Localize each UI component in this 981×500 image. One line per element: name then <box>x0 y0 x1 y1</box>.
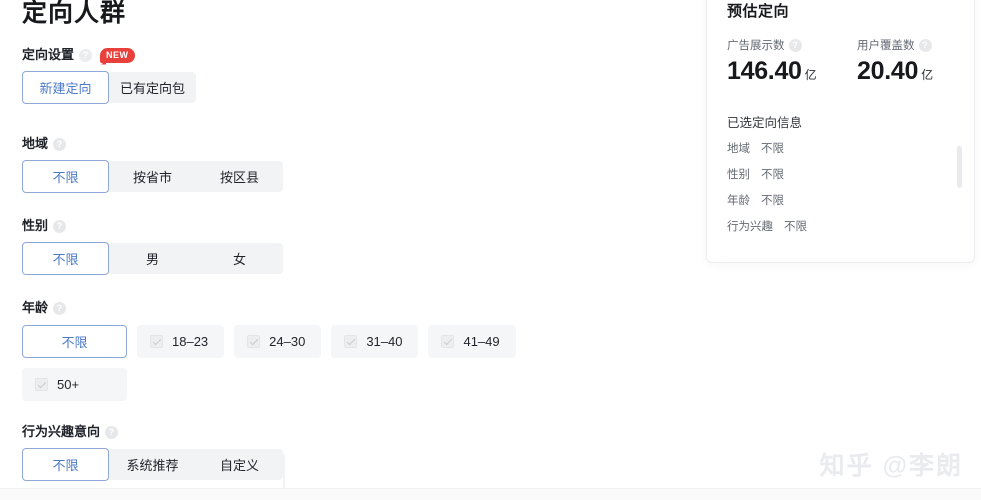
column-divider <box>283 455 285 488</box>
field-label-region: 地域 ? <box>22 136 283 152</box>
age-options-row-2: 50+ <box>22 368 516 401</box>
field-interest: 行为兴趣意向 ? 不限 系统推荐 自定义 <box>22 424 283 481</box>
checkbox-icon <box>344 335 358 348</box>
list-item-value: 不限 <box>761 195 784 207</box>
field-label-gender: 性别 ? <box>22 218 283 234</box>
age-chip-label: 50+ <box>57 377 80 392</box>
help-icon[interactable]: ? <box>788 38 802 52</box>
help-icon[interactable]: ? <box>53 219 67 233</box>
metric-value: 20.40 亿 <box>857 57 961 86</box>
list-item: 地域 不限 <box>727 142 954 156</box>
field-label-text: 行为兴趣意向 <box>22 424 101 439</box>
metric-label: 广告展示数 ? <box>727 37 831 53</box>
list-item-key: 年龄 <box>727 195 750 207</box>
field-label-age: 年龄 ? <box>22 300 516 316</box>
metric-value: 146.40 亿 <box>727 57 831 86</box>
checkbox-icon <box>247 335 261 348</box>
metric-label-text: 用户覆盖数 <box>857 40 915 52</box>
estimate-title: 预估定向 <box>727 3 790 20</box>
age-unlimited-button[interactable]: 不限 <box>22 325 127 358</box>
list-item-value: 不限 <box>784 221 807 233</box>
checkbox-icon <box>441 335 455 348</box>
segment-region-unlimited[interactable]: 不限 <box>22 160 109 193</box>
segment-existing-package[interactable]: 已有定向包 <box>109 72 196 103</box>
list-item-key: 行为兴趣 <box>727 221 773 233</box>
field-label-text: 性别 <box>22 218 49 233</box>
metric-impressions: 广告展示数 ? 146.40 亿 <box>727 37 831 86</box>
metric-label: 用户覆盖数 ? <box>857 37 961 53</box>
segment-new-targeting[interactable]: 新建定向 <box>22 71 109 104</box>
age-chip-41-49[interactable]: 41–49 <box>428 325 516 358</box>
age-chip-label: 18–23 <box>172 334 209 349</box>
field-targeting-mode: 定向设置 ? NEW 新建定向 已有定向包 <box>22 47 196 104</box>
metric-unit: 亿 <box>921 68 933 82</box>
segment-gender-female[interactable]: 女 <box>196 243 283 274</box>
list-item-value: 不限 <box>761 143 784 155</box>
bottom-strip <box>0 488 981 500</box>
field-region: 地域 ? 不限 按省市 按区县 <box>22 136 283 193</box>
list-item-key: 性别 <box>727 169 750 181</box>
help-icon[interactable]: ? <box>53 301 67 315</box>
help-icon[interactable]: ? <box>105 425 119 439</box>
metric-label-text: 广告展示数 <box>727 40 785 52</box>
help-icon[interactable]: ? <box>79 48 93 62</box>
segmented-targeting-mode: 新建定向 已有定向包 <box>22 71 196 104</box>
segment-region-district[interactable]: 按区县 <box>196 161 283 192</box>
metric-user-reach: 用户覆盖数 ? 20.40 亿 <box>857 37 961 86</box>
age-chip-18-23[interactable]: 18–23 <box>137 325 225 358</box>
list-item: 性别 不限 <box>727 168 954 182</box>
age-chip-24-30[interactable]: 24–30 <box>234 325 322 358</box>
list-item-value: 不限 <box>761 169 784 181</box>
field-label-interest: 行为兴趣意向 ? <box>22 424 283 440</box>
segment-gender-unlimited[interactable]: 不限 <box>22 242 109 275</box>
checkbox-icon <box>35 378 48 391</box>
segment-interest-custom[interactable]: 自定义 <box>196 449 283 480</box>
metric-unit: 亿 <box>804 68 817 82</box>
selected-targeting-list: 地域 不限 性别 不限 年龄 不限 行为兴趣 不限 <box>727 142 962 234</box>
watermark: 知乎 @李朗 <box>819 452 963 480</box>
targeting-audience-page: 定向人群 定向设置 ? NEW 新建定向 已有定向包 地域 ? 不限 按省市 按… <box>0 0 981 500</box>
segment-gender-male[interactable]: 男 <box>109 243 196 274</box>
field-age: 年龄 ? 不限 18–23 24–30 31–40 41–49 50+ <box>22 300 516 401</box>
list-scrollbar-thumb[interactable] <box>957 146 962 188</box>
list-item-key: 地域 <box>727 143 750 155</box>
metric-number: 146.40 <box>727 57 802 85</box>
estimate-panel: 预估定向 广告展示数 ? 146.40 亿 用户覆盖数 ? 20.40 亿 已选… <box>706 0 975 263</box>
age-chip-label: 24–30 <box>269 334 306 349</box>
metric-number: 20.40 <box>857 57 919 85</box>
field-label-text: 年龄 <box>22 300 49 315</box>
segmented-interest: 不限 系统推荐 自定义 <box>22 448 283 481</box>
estimate-metrics: 广告展示数 ? 146.40 亿 用户覆盖数 ? 20.40 亿 <box>727 37 954 86</box>
segment-interest-unlimited[interactable]: 不限 <box>22 448 109 481</box>
segmented-region: 不限 按省市 按区县 <box>22 160 283 193</box>
field-label-text: 地域 <box>22 136 49 151</box>
help-icon[interactable]: ? <box>918 38 932 52</box>
checkbox-icon <box>150 335 163 348</box>
age-options-row-1: 不限 18–23 24–30 31–40 41–49 <box>22 325 516 358</box>
selected-targeting-title: 已选定向信息 <box>727 116 803 130</box>
age-chip-31-40[interactable]: 31–40 <box>331 325 419 358</box>
list-item: 年龄 不限 <box>727 194 954 208</box>
settings-column: 定向人群 定向设置 ? NEW 新建定向 已有定向包 地域 ? 不限 按省市 按… <box>0 0 690 488</box>
field-label-targeting-mode: 定向设置 ? NEW <box>22 47 196 63</box>
list-item: 行为兴趣 不限 <box>727 220 954 234</box>
age-chip-label: 31–40 <box>366 334 403 349</box>
page-title: 定向人群 <box>22 0 127 27</box>
help-icon[interactable]: ? <box>53 137 67 151</box>
segment-interest-system[interactable]: 系统推荐 <box>109 449 196 480</box>
age-chip-label: 41–49 <box>463 334 500 349</box>
field-gender: 性别 ? 不限 男 女 <box>22 218 283 275</box>
age-chip-50-plus[interactable]: 50+ <box>22 368 127 401</box>
field-label-text: 定向设置 <box>22 47 75 62</box>
new-badge: NEW <box>100 47 135 63</box>
segmented-gender: 不限 男 女 <box>22 242 283 275</box>
segment-region-province-city[interactable]: 按省市 <box>109 161 196 192</box>
